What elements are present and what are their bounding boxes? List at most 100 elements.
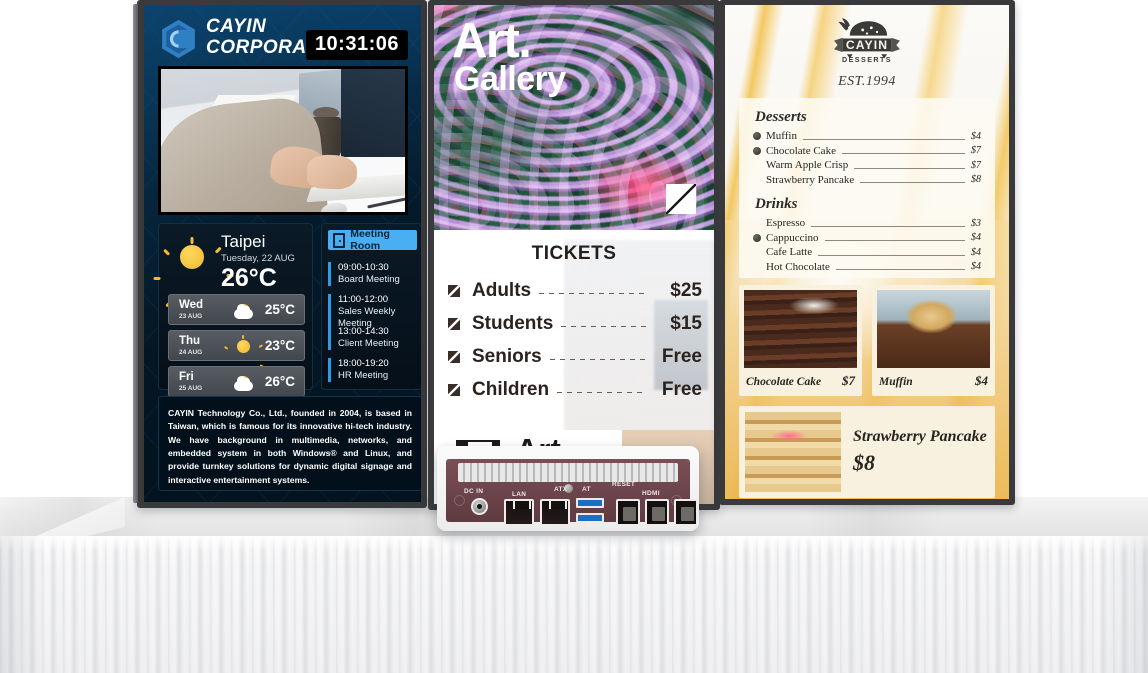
forecast-row: Wed 23 AUG 25°C	[168, 294, 305, 325]
menu-item-price: $8	[971, 174, 981, 186]
meeting-time: 09:00-10:30	[338, 262, 389, 273]
lan-port-2[interactable]	[540, 499, 570, 526]
dessert-card[interactable]: Muffin $4	[872, 285, 995, 396]
dessert-card-price: $7	[842, 373, 855, 388]
display-dessert-menu[interactable]: CAYIN DESSERTS EST.1994 Desserts Muffin …	[719, 0, 1015, 505]
svg-text:CAYIN: CAYIN	[846, 38, 888, 52]
ticket-row: Seniors Free	[448, 344, 702, 370]
label-atx: ATX	[554, 486, 568, 493]
tickets-heading: TICKETS	[531, 243, 617, 264]
ticket-name: Seniors	[472, 346, 542, 367]
muffin-photo	[877, 290, 990, 368]
dessert-card-featured[interactable]: Strawberry Pancake $8	[739, 406, 995, 498]
meeting-item: 13:00-14:30 Client Meeting	[328, 326, 420, 350]
forecast-temp: 25°C	[264, 302, 295, 317]
clock-display: 10:31:06	[305, 30, 408, 60]
hdmi-port-2[interactable]	[645, 499, 669, 526]
weather-date: Tuesday, 22 AUG	[221, 253, 295, 264]
menu-item: Espresso $3	[753, 216, 981, 231]
dessert-cards: Chocolate Cake $7 Muffin $4 Strawberry P…	[739, 285, 995, 498]
menu-section-title: Drinks	[755, 196, 798, 212]
company-about-text: CAYIN Technology Co., Ltd., founded in 2…	[168, 408, 412, 485]
strawberry-pancake-photo	[745, 412, 841, 492]
art-corner-mark-icon	[666, 184, 696, 214]
menu-list-card: Desserts Muffin $4 Chocolate Cake $7 War…	[739, 98, 995, 278]
dessert-card[interactable]: Chocolate Cake $7	[739, 285, 862, 396]
ticket-leader-dots	[561, 325, 646, 327]
display-corporate-panel: CAYIN CORPORATION 10:31:06 Taipei Tuesda…	[144, 5, 421, 502]
display-art-gallery-panel: Art. Gallery TICKETS Adults $25 Students	[434, 5, 714, 504]
weather-widget: Taipei Tuesday, 22 AUG 26°C Wed 23 AUG 2…	[153, 223, 313, 397]
usb-port-top[interactable]	[576, 498, 604, 508]
media-player-device[interactable]: DC IN LAN ATX AT RESET HDMI SS 1 2 3 2 1	[437, 446, 699, 533]
cayin-hexagon-logo-icon	[160, 19, 197, 59]
meeting-room-widget: Meeting Room 09:00-10:30 Board Meeting 1…	[321, 223, 421, 390]
label-dc-in: DC IN	[464, 488, 484, 495]
usb-port-bottom[interactable]	[576, 513, 604, 523]
menu-item-name: Chocolate Cake	[766, 144, 836, 157]
forecast-date: 24 AUG	[179, 349, 203, 356]
menu-leader-line	[835, 269, 965, 271]
ticket-leader-dots	[557, 391, 646, 393]
company-about-box: CAYIN Technology Co., Ltd., founded in 2…	[158, 396, 421, 491]
photo-monitor	[341, 69, 405, 157]
sun-icon	[223, 335, 265, 379]
menu-leader-line	[802, 138, 965, 140]
label-usb: SS	[577, 522, 587, 529]
menu-item: Cappuccino $4	[753, 231, 981, 246]
menu-item-name: Cafe Latte	[766, 246, 813, 259]
meeting-item: 09:00-10:30 Board Meeting	[328, 262, 420, 286]
lan-port-2-number: 2	[553, 527, 557, 533]
menu-leader-line	[811, 225, 965, 227]
hdmi-port-1[interactable]	[674, 499, 698, 526]
ticket-icon	[448, 285, 460, 297]
dessert-card-name: Muffin	[879, 376, 913, 388]
menu-bullet-placeholder	[753, 248, 761, 256]
label-lan: LAN	[512, 491, 527, 498]
menu-bullet-icon	[753, 132, 761, 141]
menu-item-price: $4	[971, 246, 981, 258]
display-corporate[interactable]: CAYIN CORPORATION 10:31:06 Taipei Tuesda…	[133, 0, 427, 508]
menu-item-price: $3	[971, 217, 981, 229]
menu-leader-line	[860, 182, 965, 184]
menu-item: Strawberry Pancake $8	[753, 173, 981, 188]
ticket-leader-dots	[549, 358, 646, 360]
hdmi-port-3[interactable]	[616, 499, 640, 526]
lan-port-1-number: 1	[517, 527, 521, 533]
ticket-row: Adults $25	[448, 278, 702, 304]
menu-item-name: Hot Chocolate	[766, 260, 830, 273]
menu-bullet-placeholder	[753, 219, 761, 227]
ticket-name: Children	[472, 379, 550, 400]
display-art-gallery[interactable]: Art. Gallery TICKETS Adults $25 Students	[428, 0, 720, 510]
ticket-price: Free	[661, 379, 702, 400]
menu-item-name: Muffin	[766, 130, 797, 143]
hdmi-port-1-number: 1	[674, 527, 678, 533]
lan-port-1[interactable]	[504, 499, 534, 526]
office-photo	[158, 66, 408, 215]
forecast-temp: 26°C	[264, 374, 295, 389]
menu-item: Chocolate Cake $7	[753, 144, 981, 159]
pedestal-front-face	[0, 536, 1148, 673]
meeting-room-header: Meeting Room	[328, 228, 417, 252]
cayin-desserts-badge-icon: CAYIN DESSERTS	[834, 18, 900, 64]
menu-item: Warm Apple Crisp $7	[753, 158, 981, 173]
dessert-card-price: $8	[853, 450, 875, 475]
ticket-name: Adults	[472, 280, 532, 301]
menu-bullet-icon	[753, 146, 761, 155]
menu-item-name: Espresso	[766, 217, 806, 230]
menu-item-name: Warm Apple Crisp	[766, 159, 849, 172]
menu-item-price: $7	[971, 145, 981, 157]
dc-in-port[interactable]	[471, 498, 488, 515]
art-title-line-2: Gallery	[454, 60, 566, 98]
meeting-name: HR Meeting	[338, 369, 389, 381]
menu-leader-line	[841, 153, 965, 155]
menu-item: Hot Chocolate $4	[753, 260, 981, 275]
photo-hand-right	[306, 154, 358, 190]
forecast-day: Wed	[179, 299, 204, 311]
menu-bullet-icon	[753, 233, 761, 242]
menu-leader-line	[854, 167, 965, 169]
partly-cloudy-icon	[231, 372, 255, 393]
forecast-row: Thu 24 AUG 23°C	[168, 330, 305, 379]
menu-section-title: Desserts	[755, 109, 807, 125]
menu-leader-line	[824, 240, 965, 242]
